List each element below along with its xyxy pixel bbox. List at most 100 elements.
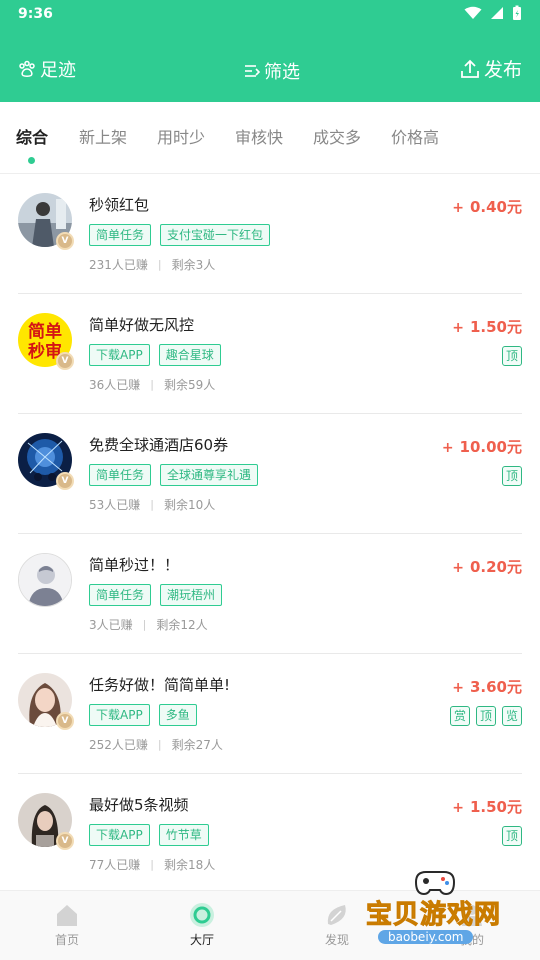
task-item[interactable]: V 秒领红包 简单任务 支付宝碰一下红包 231人已赚 | 剩余3人 +0.40…: [18, 174, 522, 294]
task-item[interactable]: 简单秒审 V 简单好做无风控 下载APP 趣合星球 36人已赚 | 剩余59人 …: [18, 294, 522, 414]
task-tag: 下载APP: [89, 824, 150, 846]
divider: |: [150, 858, 154, 871]
tab-least-time[interactable]: 用时少: [157, 124, 205, 148]
tab-highest-price[interactable]: 价格高: [391, 124, 439, 148]
task-list: V 秒领红包 简单任务 支付宝碰一下红包 231人已赚 | 剩余3人 +0.40…: [0, 174, 540, 894]
level-medal-icon: V: [56, 232, 74, 250]
task-tag: 简单任务: [89, 584, 152, 606]
level-medal-icon: V: [56, 712, 74, 730]
task-tag: 趣合星球: [158, 344, 221, 366]
nav-label: 大厅: [189, 933, 214, 947]
task-badges: 顶: [502, 346, 522, 366]
task-item[interactable]: V 最好做5条视频 下载APP 竹节草 77人已赚 | 剩余18人 +1.50元…: [18, 774, 522, 894]
task-tag: 竹节草: [158, 824, 209, 846]
top-badge: 顶: [502, 466, 522, 486]
upload-icon: [461, 59, 479, 78]
level-medal-icon: V: [56, 472, 74, 490]
publish-label: 发布: [483, 59, 522, 81]
earned-count: 36人已赚: [89, 378, 141, 392]
task-tags: 简单任务 全球通尊享礼遇: [89, 464, 259, 486]
task-stats: 77人已赚 | 剩余18人: [89, 856, 215, 873]
task-title: 免费全球通酒店60券: [89, 436, 229, 454]
footprint-button[interactable]: 足迹: [18, 56, 76, 82]
remaining-count: 剩余12人: [156, 618, 208, 632]
task-stats: 252人已赚 | 剩余27人: [89, 736, 223, 753]
avatar: [18, 553, 72, 607]
earned-count: 3人已赚: [89, 618, 133, 632]
top-badge: 顶: [476, 706, 496, 726]
divider: |: [150, 378, 154, 391]
task-item[interactable]: V 任务好做！简简单单! 下载APP 多鱼 252人已赚 | 剩余27人 +3.…: [18, 654, 522, 774]
filter-icon: [245, 65, 260, 77]
task-price: +0.40元: [452, 198, 522, 216]
remaining-count: 剩余18人: [164, 858, 216, 872]
task-stats: 36人已赚 | 剩余59人: [89, 376, 215, 393]
task-badges: 顶: [502, 826, 522, 846]
status-time: 9:36: [18, 6, 53, 22]
earned-count: 252人已赚: [89, 738, 148, 752]
nav-profile[interactable]: 我的: [432, 901, 512, 948]
task-tag: 下载APP: [89, 344, 150, 366]
tab-newest[interactable]: 新上架: [79, 124, 127, 148]
task-tags: 简单任务 潮玩梧州: [89, 584, 223, 606]
home-icon: [57, 905, 77, 926]
task-item[interactable]: V 免费全球通酒店60券 简单任务 全球通尊享礼遇 53人已赚 | 剩余10人 …: [18, 414, 522, 534]
divider: |: [150, 498, 154, 511]
battery-icon: [513, 5, 521, 20]
status-icons: [464, 5, 522, 21]
footprint-label: 足迹: [40, 60, 76, 81]
task-tag: 简单任务: [89, 464, 152, 486]
task-tags: 简单任务 支付宝碰一下红包: [89, 224, 271, 246]
task-title: 任务好做！简简单单!: [89, 676, 231, 694]
task-tag: 潮玩梧州: [160, 584, 223, 606]
task-title: 秒领红包: [89, 196, 150, 214]
remaining-count: 剩余3人: [171, 258, 216, 272]
task-tags: 下载APP 竹节草: [89, 824, 209, 846]
reward-badge: 赏: [450, 706, 470, 726]
task-tag: 全球通尊享礼遇: [160, 464, 259, 486]
earned-count: 231人已赚: [89, 258, 148, 272]
filter-button[interactable]: 筛选: [244, 58, 300, 84]
level-medal-icon: V: [56, 832, 74, 850]
task-price: +10.00元: [441, 438, 522, 456]
top-badge: 顶: [502, 826, 522, 846]
hall-icon: [190, 903, 214, 927]
task-tags: 下载APP 趣合星球: [89, 344, 221, 366]
remaining-count: 剩余27人: [171, 738, 223, 752]
top-badge: 顶: [502, 346, 522, 366]
task-tag: 支付宝碰一下红包: [160, 224, 271, 246]
task-price: +3.60元: [452, 678, 522, 696]
task-item[interactable]: 简单秒过！！ 简单任务 潮玩梧州 3人已赚 | 剩余12人 +0.20元: [18, 534, 522, 654]
tab-fast-review[interactable]: 审核快: [235, 124, 283, 148]
divider: |: [157, 738, 162, 751]
nav-label: 我的: [459, 933, 484, 947]
wifi-icon: [464, 6, 482, 19]
remaining-count: 剩余10人: [164, 498, 216, 512]
task-title: 简单秒过！！: [89, 556, 180, 574]
task-price: +1.50元: [452, 318, 522, 336]
earned-count: 77人已赚: [89, 858, 141, 872]
task-tags: 下载APP 多鱼: [89, 704, 197, 726]
task-tag: 多鱼: [158, 704, 197, 726]
task-tag: 下载APP: [89, 704, 150, 726]
task-stats: 53人已赚 | 剩余10人: [89, 496, 215, 513]
task-price: +0.20元: [452, 558, 522, 576]
nav-label: 发现: [324, 933, 349, 947]
nav-label: 首页: [54, 933, 79, 947]
discover-icon: [327, 905, 346, 925]
nav-hall[interactable]: 大厅: [162, 901, 242, 948]
filter-label: 筛选: [264, 62, 300, 83]
tab-comprehensive[interactable]: 综合: [16, 124, 48, 148]
task-stats: 231人已赚 | 剩余3人: [89, 256, 215, 273]
nav-home[interactable]: 首页: [27, 901, 107, 948]
task-badges: 赏 顶 览: [450, 706, 522, 726]
bottom-nav: 首页 大厅 发现 我的: [0, 890, 540, 960]
publish-button[interactable]: 发布: [460, 55, 522, 82]
task-title: 最好做5条视频: [89, 796, 189, 814]
tab-most-deals[interactable]: 成交多: [313, 124, 361, 148]
nav-discover[interactable]: 发现: [297, 901, 377, 948]
paw-icon: [19, 60, 35, 77]
profile-icon: [462, 905, 482, 926]
level-medal-icon: V: [56, 352, 74, 370]
signal-icon: [491, 7, 503, 19]
